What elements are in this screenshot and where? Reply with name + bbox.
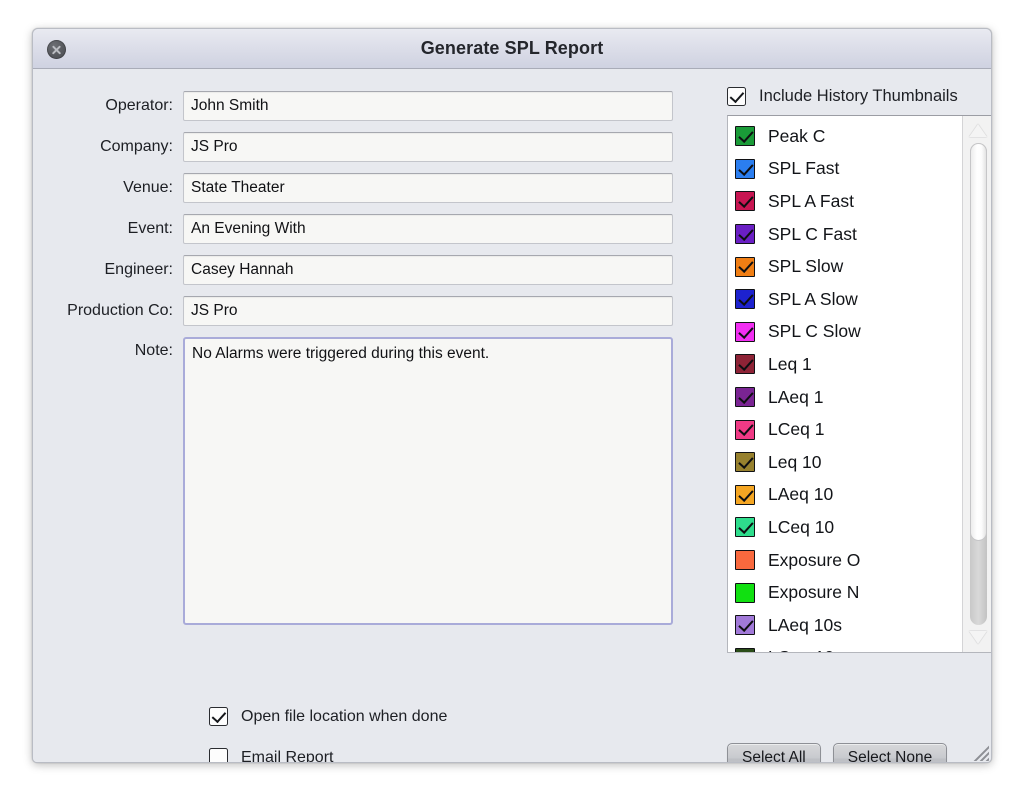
label-production-co: Production Co:	[33, 296, 183, 326]
list-item[interactable]: SPL C Fast	[735, 218, 960, 251]
note-textarea[interactable]: No Alarms were triggered during this eve…	[183, 337, 673, 625]
list-item[interactable]: LAeq 1	[735, 381, 960, 414]
metric-color-checkbox-unchecked[interactable]	[735, 550, 755, 570]
metric-color-checkbox-checked[interactable]	[735, 126, 755, 146]
metric-color-checkbox-checked[interactable]	[735, 420, 755, 440]
list-item[interactable]: LCeq 10s	[735, 642, 960, 654]
venue-input[interactable]	[183, 173, 673, 203]
metric-label: SPL Slow	[768, 256, 843, 277]
metric-color-checkbox-checked[interactable]	[735, 354, 755, 374]
production-co-input[interactable]	[183, 296, 673, 326]
list-item[interactable]: SPL Slow	[735, 250, 960, 283]
metric-color-checkbox-unchecked[interactable]	[735, 583, 755, 603]
metric-label: SPL Fast	[768, 158, 839, 179]
label-operator: Operator:	[33, 91, 183, 121]
event-input[interactable]	[183, 214, 673, 244]
list-item[interactable]: Exposure O	[735, 544, 960, 577]
grip-line	[970, 737, 989, 761]
metric-label: Exposure N	[768, 582, 859, 603]
metric-color-checkbox-checked[interactable]	[735, 615, 755, 635]
metric-color-checkbox-checked[interactable]	[735, 485, 755, 505]
include-history-thumbnails-label: Include History Thumbnails	[759, 87, 958, 106]
list-item[interactable]: LCeq 1	[735, 413, 960, 446]
metric-label: Leq 1	[768, 354, 812, 375]
thumbnail-metric-list-items: Peak C SPL Fast SPL A Fast SPL C Fast SPL Sl…	[728, 116, 960, 653]
metric-label: LAeq 10	[768, 484, 833, 505]
label-engineer: Engineer:	[33, 255, 183, 285]
metric-label: SPL C Fast	[768, 224, 857, 245]
select-none-button[interactable]: Select None	[833, 743, 947, 763]
company-input[interactable]	[183, 132, 673, 162]
list-item[interactable]: Peak C	[735, 120, 960, 153]
field-row-operator: Operator:	[33, 91, 693, 121]
list-item[interactable]: LAeq 10s	[735, 609, 960, 642]
field-row-event: Event:	[33, 214, 693, 244]
scroll-up-arrow-icon[interactable]	[969, 124, 987, 137]
report-metadata-form: Operator: Company: Venue: Event: Enginee…	[33, 69, 693, 636]
metric-color-checkbox-checked[interactable]	[735, 289, 755, 309]
open-file-location-checkbox[interactable]: Open file location when done	[209, 707, 447, 726]
label-venue: Venue:	[33, 173, 183, 203]
scrollbar-thumb[interactable]	[970, 143, 987, 541]
metric-label: Leq 10	[768, 452, 822, 473]
list-item[interactable]: Leq 1	[735, 348, 960, 381]
resize-grip-icon[interactable]	[963, 735, 989, 761]
operator-input[interactable]	[183, 91, 673, 121]
title-bar: Generate SPL Report	[33, 29, 991, 69]
list-item[interactable]: LCeq 10	[735, 511, 960, 544]
metric-color-checkbox-checked[interactable]	[735, 452, 755, 472]
list-item[interactable]: Exposure N	[735, 576, 960, 609]
list-item[interactable]: SPL Fast	[735, 153, 960, 186]
checkbox-icon	[727, 87, 746, 106]
list-item[interactable]: Leq 10	[735, 446, 960, 479]
include-history-thumbnails-checkbox[interactable]: Include History Thumbnails	[727, 87, 992, 106]
field-row-production-co: Production Co:	[33, 296, 693, 326]
checkbox-icon	[209, 707, 228, 726]
list-item[interactable]: SPL A Slow	[735, 283, 960, 316]
label-event: Event:	[33, 214, 183, 244]
label-note: Note:	[33, 337, 183, 365]
dialog-title: Generate SPL Report	[33, 38, 991, 59]
metric-label: Exposure O	[768, 550, 860, 571]
metric-label: LCeq 10s	[768, 647, 843, 653]
history-thumbnails-panel: Include History Thumbnails Peak C SPL Fas…	[727, 69, 992, 653]
metric-color-checkbox-checked[interactable]	[735, 648, 755, 653]
list-item[interactable]: LAeq 10	[735, 479, 960, 512]
metric-label: SPL A Fast	[768, 191, 854, 212]
metric-color-checkbox-checked[interactable]	[735, 191, 755, 211]
field-row-company: Company:	[33, 132, 693, 162]
checkbox-icon	[209, 748, 228, 763]
metric-label: LCeq 1	[768, 419, 824, 440]
field-row-venue: Venue:	[33, 173, 693, 203]
metric-color-checkbox-checked[interactable]	[735, 517, 755, 537]
metric-label: LCeq 10	[768, 517, 834, 538]
field-row-engineer: Engineer:	[33, 255, 693, 285]
dialog-body: Operator: Company: Venue: Event: Enginee…	[33, 69, 991, 763]
metric-color-checkbox-checked[interactable]	[735, 387, 755, 407]
metric-label: LAeq 1	[768, 387, 823, 408]
selection-button-row: Select All Select None	[727, 743, 947, 763]
label-company: Company:	[33, 132, 183, 162]
email-report-checkbox[interactable]: Email Report	[209, 748, 447, 763]
metric-label: SPL A Slow	[768, 289, 858, 310]
generate-spl-report-dialog: Generate SPL Report Operator: Company: V…	[32, 28, 992, 763]
list-item[interactable]: SPL C Slow	[735, 316, 960, 349]
metric-color-checkbox-checked[interactable]	[735, 257, 755, 277]
email-report-label: Email Report	[241, 749, 333, 764]
field-row-note: Note: No Alarms were triggered during th…	[33, 337, 693, 625]
metric-color-checkbox-checked[interactable]	[735, 159, 755, 179]
metric-label: Peak C	[768, 126, 825, 147]
select-all-button[interactable]: Select All	[727, 743, 821, 763]
metric-label: LAeq 10s	[768, 615, 842, 636]
open-file-location-label: Open file location when done	[241, 708, 447, 726]
engineer-input[interactable]	[183, 255, 673, 285]
scroll-down-arrow-icon[interactable]	[969, 631, 987, 644]
metric-color-checkbox-checked[interactable]	[735, 224, 755, 244]
thumbnail-metric-list[interactable]: Peak C SPL Fast SPL A Fast SPL C Fast SPL Sl…	[727, 115, 992, 653]
metric-color-checkbox-checked[interactable]	[735, 322, 755, 342]
metric-label: SPL C Slow	[768, 321, 861, 342]
thumbnail-list-scrollbar[interactable]	[962, 116, 992, 652]
output-options-group: Open file location when done Email Repor…	[209, 707, 447, 763]
list-item[interactable]: SPL A Fast	[735, 185, 960, 218]
